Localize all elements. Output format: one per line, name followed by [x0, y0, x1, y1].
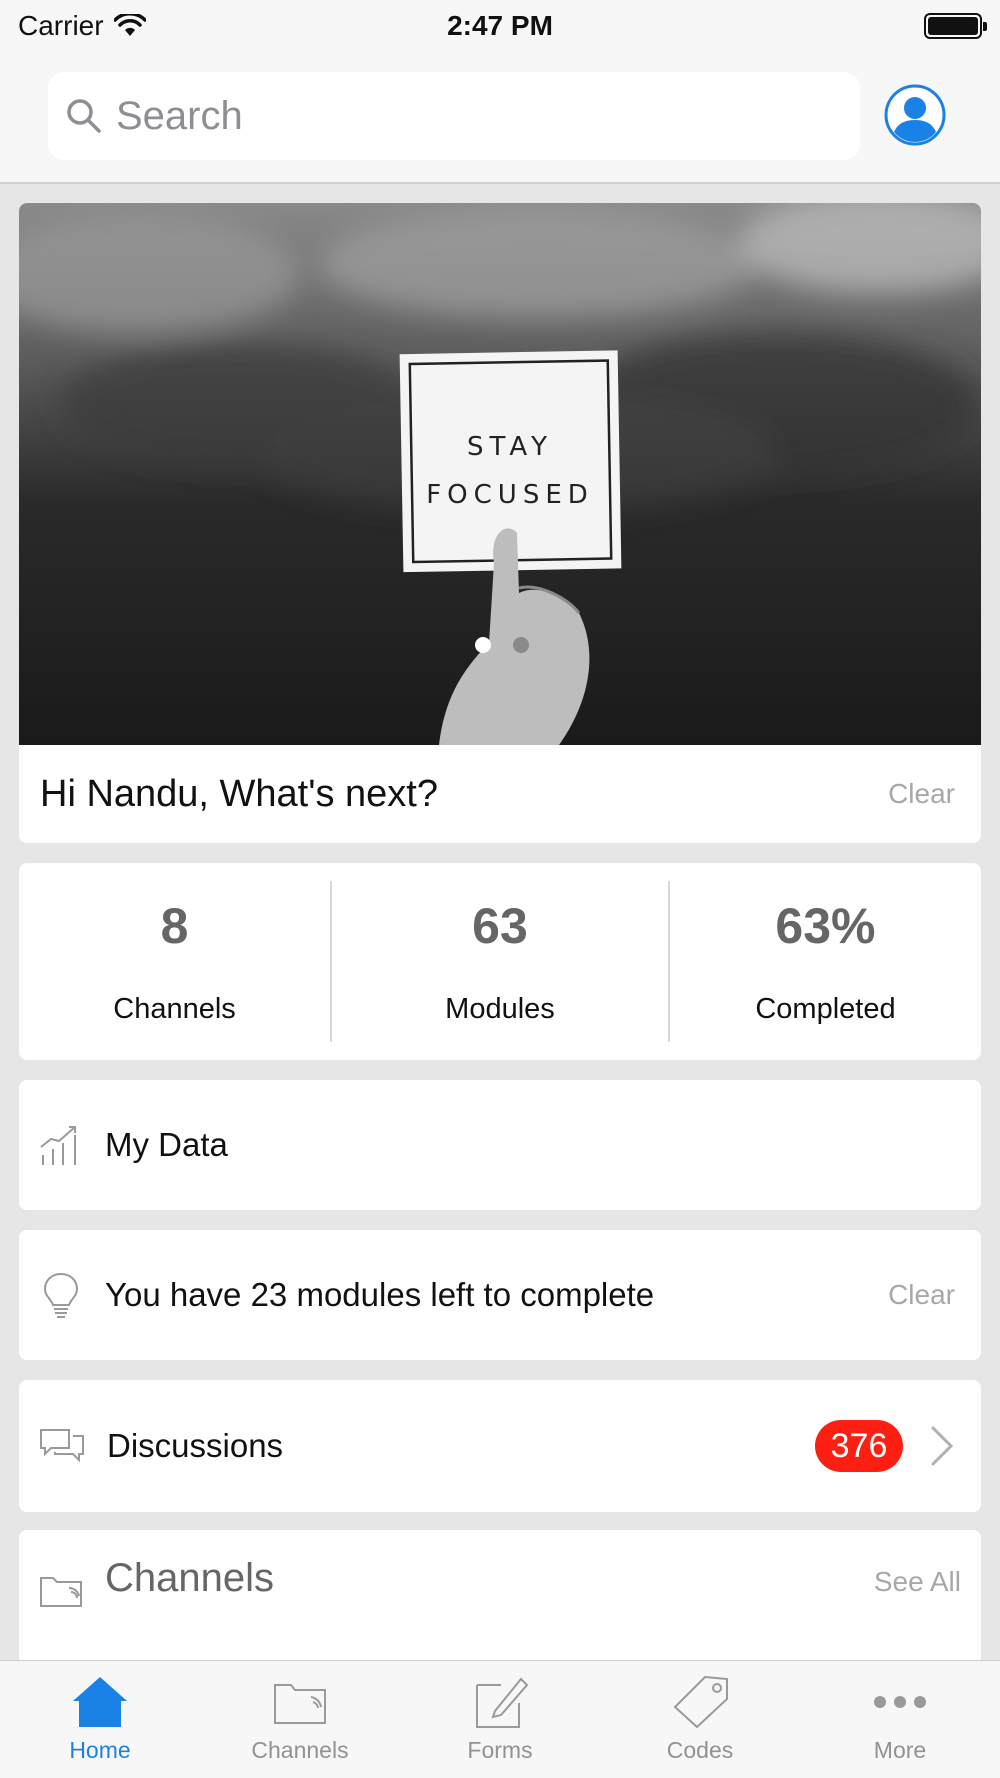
clock: 2:47 PM: [447, 10, 553, 41]
search-input[interactable]: [116, 93, 816, 139]
more-dots-icon: [874, 1696, 926, 1708]
sign-text: STAY FOCUSED: [401, 423, 619, 519]
folder-icon: [40, 1577, 82, 1607]
tab-label: More: [873, 1737, 927, 1763]
modules-left-label: You have 23 modules left to complete: [105, 1276, 655, 1313]
stat-completed[interactable]: 63% Completed: [670, 863, 981, 1060]
stat-channels[interactable]: 8 Channels: [19, 863, 330, 1060]
status-bar: Carrier 2:47 PM: [0, 0, 1000, 52]
sign-text-line1: STAY: [466, 432, 554, 462]
tab-more[interactable]: More: [800, 1661, 1000, 1778]
modules-left-tip: You have 23 modules left to complete Cle…: [19, 1230, 981, 1360]
hero-caption: Hi Nandu, What's next? Clear: [19, 745, 981, 843]
tab-label: Channels: [251, 1737, 349, 1763]
stat-value: 63: [472, 898, 528, 954]
hero-card[interactable]: STAY FOCUSED Hi Nandu, What's next? Clea…: [19, 203, 981, 843]
tab-label: Codes: [666, 1737, 734, 1763]
chat-bubbles-icon: [40, 1429, 84, 1463]
discussions-count-badge: 376: [815, 1420, 903, 1472]
battery-icon: [924, 13, 987, 39]
tab-bar: Home Channels Forms Codes More: [0, 1660, 1000, 1778]
stat-label: Modules: [445, 993, 555, 1025]
see-all-channels-button[interactable]: See All: [874, 1566, 961, 1598]
tab-label: Forms: [467, 1737, 533, 1763]
tab-channels[interactable]: Channels: [200, 1661, 400, 1778]
stat-label: Completed: [755, 993, 896, 1025]
lightbulb-icon: [43, 1272, 79, 1318]
carousel-page-indicator[interactable]: [19, 637, 981, 653]
home-icon: [73, 1677, 127, 1727]
my-data-label: My Data: [105, 1126, 228, 1163]
channels-section-title: Channels: [105, 1556, 275, 1600]
header: [0, 52, 1000, 184]
clear-tip-button[interactable]: Clear: [888, 1279, 955, 1311]
bar-chart-icon: [40, 1126, 76, 1165]
channels-section: Channels See All: [19, 1530, 981, 1670]
stat-modules[interactable]: 63 Modules: [332, 863, 668, 1060]
tab-label: Home: [69, 1737, 131, 1763]
page-dot-active[interactable]: [475, 637, 491, 653]
tab-home[interactable]: Home: [0, 1661, 200, 1778]
discussions-label: Discussions: [107, 1427, 284, 1464]
chevron-right-icon: [931, 1426, 954, 1466]
search-icon: [67, 99, 101, 133]
pencil-icon: [476, 1677, 529, 1728]
profile-avatar-button[interactable]: [884, 84, 946, 146]
my-data-row[interactable]: My Data: [19, 1080, 981, 1210]
carrier-label: Carrier: [18, 10, 104, 41]
discussions-row[interactable]: Discussions 376: [19, 1380, 981, 1512]
tag-icon: [673, 1675, 728, 1729]
clear-greeting-button[interactable]: Clear: [888, 778, 955, 810]
stat-value: 8: [160, 898, 189, 954]
wifi-icon: [113, 14, 146, 36]
page-dot[interactable]: [513, 637, 529, 653]
stats-card: 8 Channels 63 Modules 63% Completed: [19, 863, 981, 1060]
stat-value: 63%: [775, 898, 876, 954]
tab-forms[interactable]: Forms: [400, 1661, 600, 1778]
folder-icon: [274, 1684, 326, 1724]
sign-text-line2: FOCUSED: [426, 480, 594, 510]
search-bar[interactable]: [48, 72, 860, 160]
stat-label: Channels: [113, 993, 236, 1025]
greeting-text: Hi Nandu, What's next?: [40, 772, 438, 815]
tab-codes[interactable]: Codes: [600, 1661, 800, 1778]
